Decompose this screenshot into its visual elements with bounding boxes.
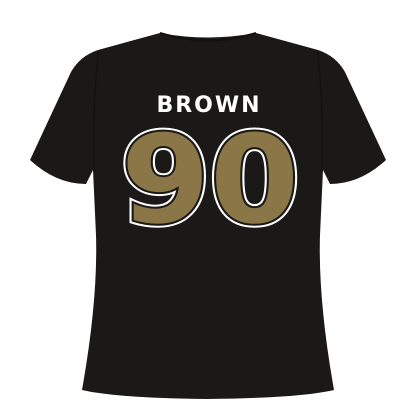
product-image: BROWN 90 90 90 [0,0,416,416]
t-shirt-back-view: BROWN 90 90 90 [30,32,386,399]
player-number: 90 [121,110,299,251]
